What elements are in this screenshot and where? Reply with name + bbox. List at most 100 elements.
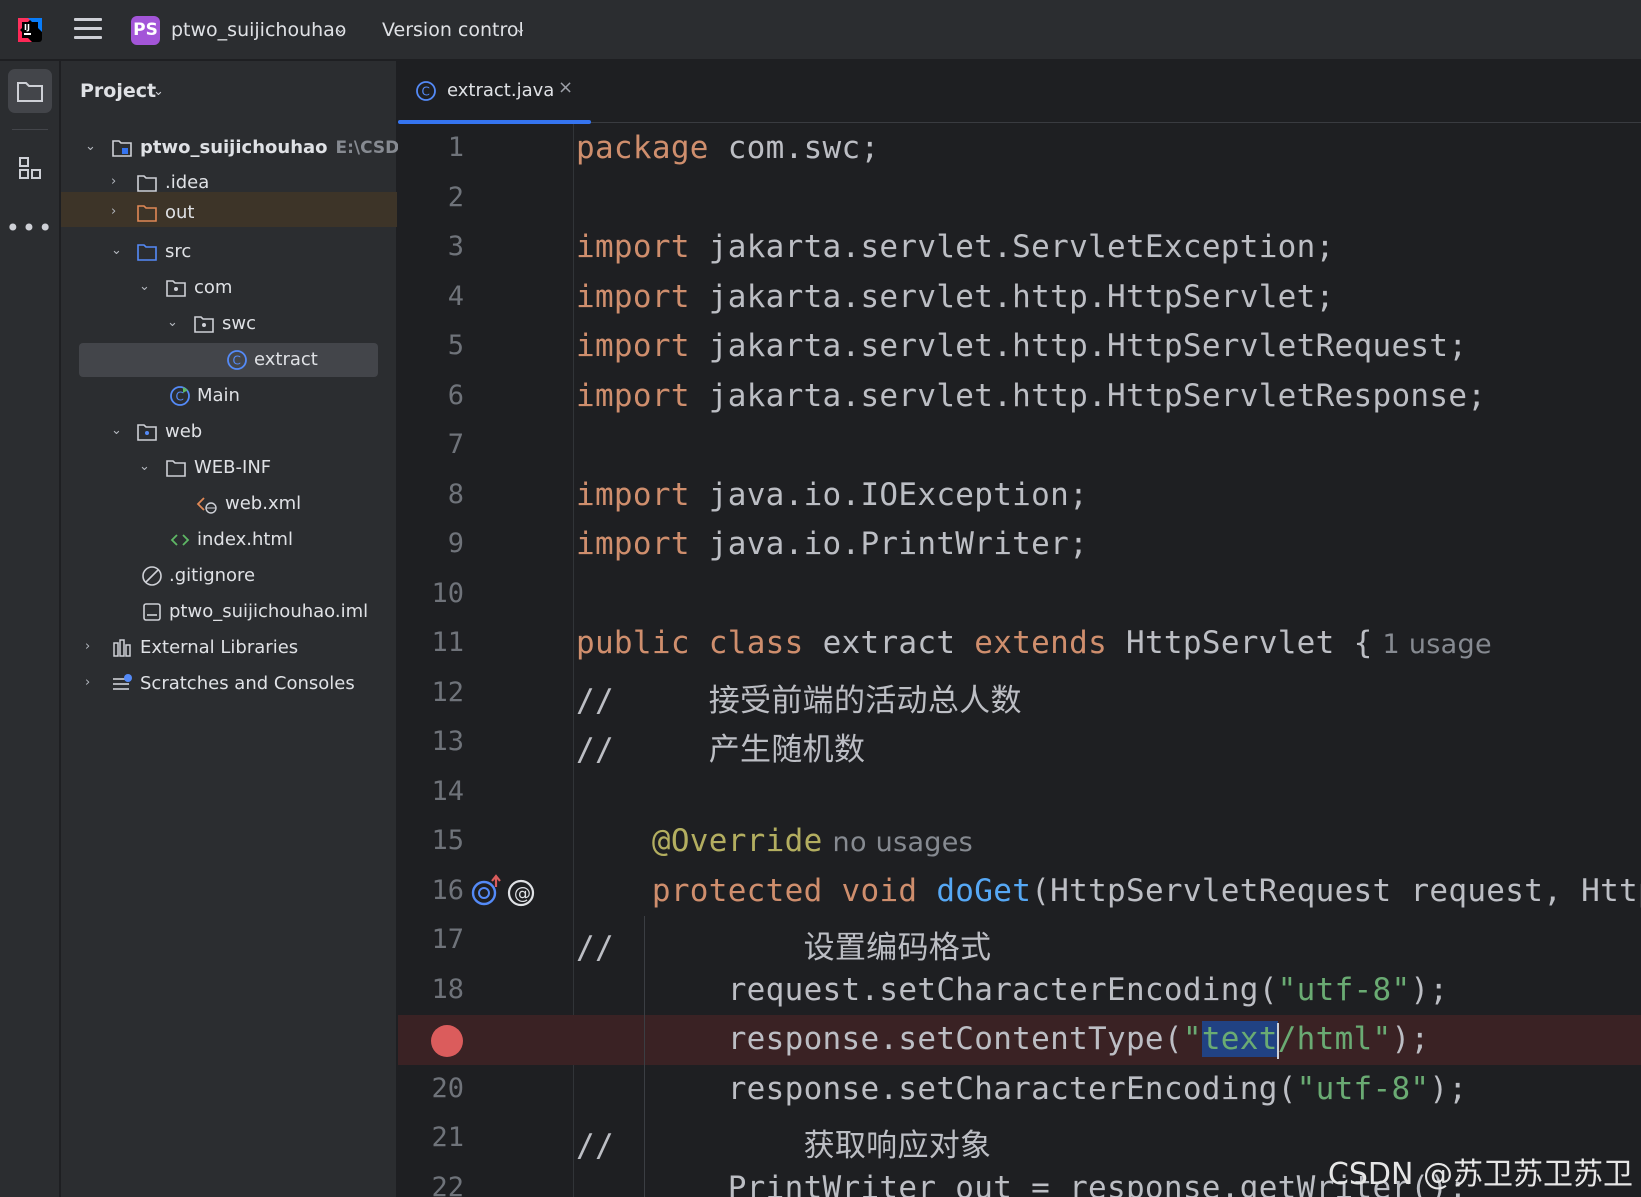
tree-item-gitignore[interactable]: .gitignore bbox=[61, 558, 397, 594]
code-text: import jakarta.servlet.http.HttpServletR… bbox=[576, 377, 1487, 414]
tree-item-label: com bbox=[194, 277, 233, 298]
tree-item-label: External Libraries bbox=[140, 637, 299, 658]
code-line[interactable]: 20 response.setCharacterEncoding("utf-8"… bbox=[398, 1065, 1641, 1115]
chevron-down-icon[interactable]: ⌄ bbox=[515, 22, 526, 37]
code-line[interactable]: 6 import jakarta.servlet.http.HttpServle… bbox=[398, 372, 1641, 422]
override-gutter-icon[interactable]: @ bbox=[468, 873, 548, 911]
tree-item-src[interactable]: ⌄ src bbox=[61, 234, 397, 270]
tab-extract-java[interactable]: C extract.java × bbox=[398, 61, 591, 124]
code-line[interactable]: 11 public class extract extends HttpServ… bbox=[398, 619, 1641, 669]
code-text: import jakarta.servlet.http.HttpServletR… bbox=[576, 328, 1468, 364]
iml-file-icon bbox=[143, 603, 161, 621]
code-line[interactable]: 1 package com.swc; bbox=[398, 124, 1641, 174]
line-number: 10 bbox=[431, 577, 464, 609]
tree-item-extract[interactable]: C extract bbox=[61, 342, 397, 378]
intellij-logo-icon[interactable]: IJ bbox=[16, 16, 44, 44]
chevron-down-icon[interactable]: ⌄ bbox=[167, 315, 178, 330]
code-line[interactable]: 15 @Override no usages bbox=[398, 817, 1641, 867]
chevron-right-icon[interactable]: › bbox=[111, 174, 116, 189]
chevron-down-icon[interactable]: ⌄ bbox=[85, 139, 96, 154]
chevron-right-icon[interactable]: › bbox=[85, 675, 90, 690]
close-icon[interactable]: × bbox=[558, 77, 573, 98]
java-main-class-icon: C bbox=[170, 386, 190, 406]
usage-hint[interactable]: 1 usage bbox=[1383, 629, 1492, 660]
tree-item-root[interactable]: ⌄ ptwo_suijichouhao E:\CSDN\ bbox=[61, 130, 420, 166]
tree-item-swc[interactable]: ⌄ swc bbox=[61, 306, 397, 342]
code-line[interactable]: 18 request.setCharacterEncoding("utf-8")… bbox=[398, 966, 1641, 1016]
code-comment: // 接受前端的活动总人数 bbox=[576, 682, 1022, 719]
code-text: import java.io.PrintWriter; bbox=[576, 526, 1089, 562]
project-badge[interactable]: PS bbox=[131, 16, 160, 45]
tree-item-main[interactable]: C Main bbox=[61, 378, 397, 414]
chevron-right-icon[interactable]: › bbox=[85, 639, 90, 654]
code-line[interactable]: 4 import jakarta.servlet.http.HttpServle… bbox=[398, 273, 1641, 323]
tree-item-web-inf[interactable]: ⌄ WEB-INF bbox=[61, 450, 397, 486]
usage-hint[interactable]: no usages bbox=[833, 827, 973, 858]
line-number: 16 bbox=[431, 874, 464, 906]
folder-icon bbox=[166, 460, 186, 477]
tree-item-com[interactable]: ⌄ com bbox=[61, 270, 397, 306]
html-file-icon bbox=[170, 534, 190, 546]
project-switcher[interactable]: ptwo_suijichouhao bbox=[171, 19, 346, 41]
line-number: 3 bbox=[447, 231, 464, 262]
svg-text:C: C bbox=[422, 85, 430, 99]
version-control-menu[interactable]: Version control bbox=[382, 19, 524, 41]
project-panel-title[interactable]: Project bbox=[80, 80, 156, 102]
svg-text:IJ: IJ bbox=[24, 23, 30, 32]
line-number: 4 bbox=[447, 280, 464, 312]
tree-item-iml[interactable]: ptwo_suijichouhao.iml bbox=[61, 594, 397, 630]
more-tools-button[interactable]: ••• bbox=[6, 206, 52, 250]
code-line[interactable]: 14 bbox=[398, 768, 1641, 818]
code-text: public class extract extends HttpServlet… bbox=[576, 625, 1492, 661]
ignore-file-icon bbox=[142, 566, 162, 586]
code-line[interactable]: 2 bbox=[398, 174, 1641, 224]
tree-item-out[interactable]: › out bbox=[61, 192, 397, 227]
xml-file-icon bbox=[196, 497, 217, 514]
line-number: 12 bbox=[431, 676, 464, 708]
strip-divider bbox=[12, 129, 48, 130]
tree-item-web-xml[interactable]: web.xml bbox=[61, 486, 397, 522]
tree-item-label: web.xml bbox=[225, 493, 302, 514]
tree-item-scratches[interactable]: › Scratches and Consoles bbox=[61, 666, 397, 702]
tree-item-web[interactable]: ⌄ web bbox=[61, 414, 397, 450]
code-line[interactable]: 5 import jakarta.servlet.http.HttpServle… bbox=[398, 322, 1641, 372]
line-number: 14 bbox=[431, 775, 464, 807]
code-line[interactable]: 8 import java.io.IOException; bbox=[398, 471, 1641, 521]
tree-item-external-libraries[interactable]: › External Libraries bbox=[61, 630, 397, 666]
code-line-breakpoint[interactable]: response.setContentType("text/html"); bbox=[398, 1015, 1641, 1065]
watermark: CSDN @苏卫苏卫苏卫 bbox=[1327, 1157, 1633, 1192]
folder-icon bbox=[137, 205, 157, 222]
code-line[interactable]: 9 import java.io.PrintWriter; bbox=[398, 520, 1641, 570]
breakpoint-icon[interactable] bbox=[431, 1025, 463, 1057]
code-text: import jakarta.servlet.ServletException; bbox=[576, 229, 1335, 265]
line-number: 6 bbox=[447, 379, 464, 411]
code-editor[interactable]: 1 package com.swc; 2 3 import jakarta.se… bbox=[398, 124, 1641, 1197]
tree-item-index-html[interactable]: index.html bbox=[61, 522, 397, 558]
chevron-down-icon[interactable]: ⌄ bbox=[111, 423, 122, 438]
code-line[interactable]: 13 // 产生随机数 bbox=[398, 718, 1641, 768]
tree-item-label: index.html bbox=[197, 529, 293, 550]
tree-item-label: swc bbox=[222, 313, 256, 334]
code-line[interactable]: 16 @ protected void doGet(HttpServletReq… bbox=[398, 867, 1641, 917]
chevron-down-icon[interactable]: ⌄ bbox=[153, 84, 164, 99]
chevron-down-icon[interactable]: ⌄ bbox=[139, 279, 150, 294]
code-line[interactable]: 10 bbox=[398, 570, 1641, 620]
chevron-right-icon[interactable]: › bbox=[111, 204, 116, 219]
structure-tool-button[interactable] bbox=[8, 146, 52, 190]
tree-item-label: out bbox=[165, 202, 195, 223]
svg-text:C: C bbox=[233, 354, 241, 368]
line-number: 8 bbox=[447, 478, 464, 510]
chevron-down-icon[interactable]: ⌄ bbox=[111, 243, 122, 258]
chevron-down-icon[interactable]: ⌄ bbox=[139, 459, 150, 474]
project-tool-button[interactable] bbox=[8, 69, 52, 113]
tree-item-label: src bbox=[165, 241, 192, 262]
chevron-down-icon[interactable]: ⌄ bbox=[335, 22, 346, 37]
web-folder-icon bbox=[137, 424, 157, 441]
line-number: 18 bbox=[431, 973, 464, 1005]
main-menu-icon[interactable] bbox=[74, 18, 102, 42]
code-line[interactable]: 3 import jakarta.servlet.ServletExceptio… bbox=[398, 223, 1641, 273]
svg-text:C: C bbox=[176, 390, 184, 404]
code-line[interactable]: 17 // 设置编码格式 bbox=[398, 916, 1641, 966]
code-line[interactable]: 12 // 接受前端的活动总人数 bbox=[398, 669, 1641, 719]
code-line[interactable]: 7 bbox=[398, 421, 1641, 471]
